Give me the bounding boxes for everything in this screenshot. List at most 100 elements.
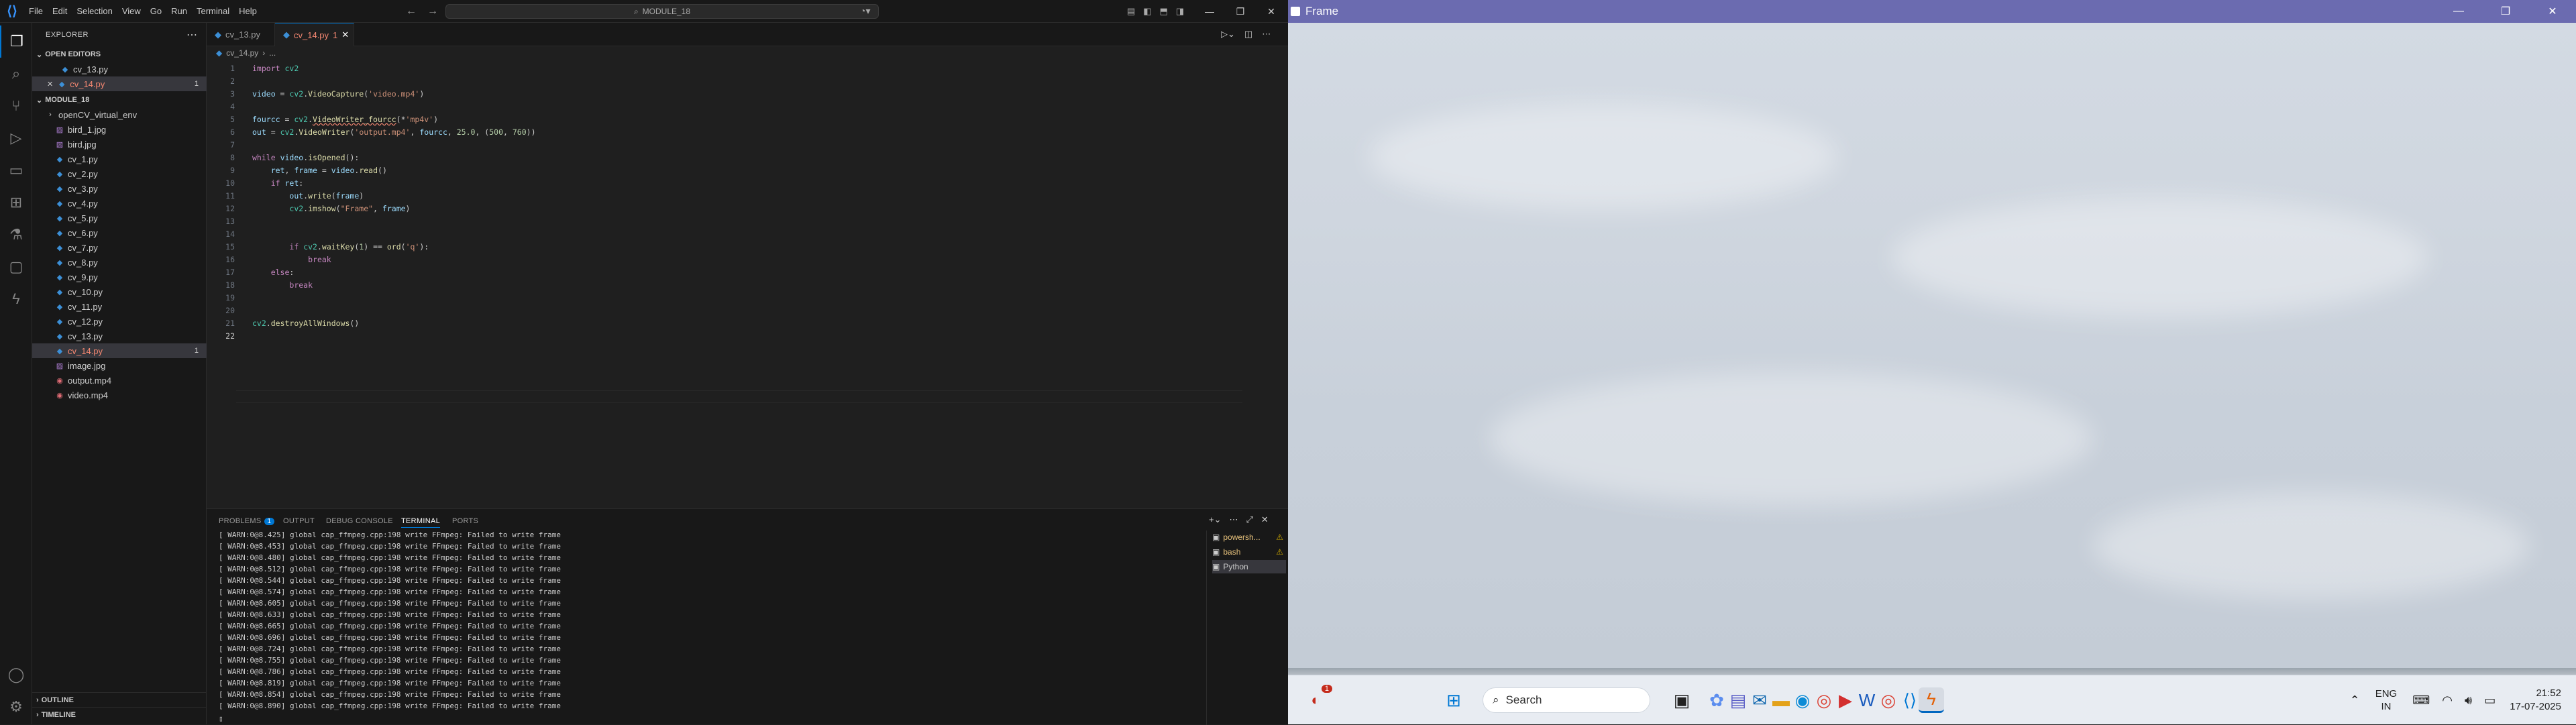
toggle-panel-icon[interactable]: ⬒: [1160, 6, 1168, 17]
close-icon[interactable]: ✕: [47, 80, 53, 89]
weather-widget-icon[interactable]: ◐ 1: [1303, 685, 1332, 713]
terminal-output[interactable]: [ WARN:0@8.425] global cap_ffmpeg.cpp:19…: [219, 531, 1198, 725]
tab-debug-console[interactable]: DEBUG CONSOLE: [326, 517, 393, 525]
run-debug-icon[interactable]: ▷: [0, 122, 32, 154]
keyboard-icon[interactable]: ⌨: [2412, 693, 2430, 708]
maximize-panel-icon[interactable]: ⤢: [1246, 514, 1252, 525]
close-icon[interactable]: ✕: [2529, 0, 2576, 23]
run-python-icon[interactable]: ▷⌄: [1221, 29, 1235, 40]
file-item[interactable]: ◆ cv_12.py: [32, 314, 207, 329]
testing-icon[interactable]: ⚗: [0, 219, 32, 251]
wifi-icon[interactable]: ◠: [2442, 693, 2453, 708]
breadcrumb-symbol[interactable]: ...: [269, 48, 276, 58]
maximize-icon[interactable]: ❐: [1225, 0, 1256, 23]
show-hidden-icons-icon[interactable]: ⌃: [2350, 693, 2360, 708]
terminal-instance-python[interactable]: ▣ Python: [1212, 560, 1286, 573]
open-editor-item[interactable]: ✕ ◆ cv_14.py 1: [32, 76, 207, 91]
taskbar-search[interactable]: ⌕ Search: [1483, 687, 1650, 713]
search-icon[interactable]: ⌕: [0, 58, 32, 90]
chat-icon[interactable]: ▢: [0, 251, 32, 283]
clock[interactable]: 21:52 17-07-2025: [2510, 687, 2561, 714]
menu-go[interactable]: Go: [146, 0, 166, 23]
more-actions-icon[interactable]: ⋯: [1262, 29, 1271, 40]
frame-title-bar[interactable]: Frame — ❐ ✕: [1288, 0, 2576, 23]
file-item[interactable]: ◆ cv_10.py: [32, 284, 207, 299]
close-panel-icon[interactable]: ✕: [1261, 514, 1269, 525]
tab-terminal[interactable]: TERMINAL: [401, 517, 441, 528]
file-item[interactable]: ◆ cv_9.py: [32, 270, 207, 284]
toggle-sidebar-icon[interactable]: ◧: [1143, 6, 1151, 17]
file-item[interactable]: ◆ cv_8.py: [32, 255, 207, 270]
file-item[interactable]: ◆ cv_4.py: [32, 196, 207, 211]
folder-header[interactable]: ⌄ MODULE_18: [32, 93, 207, 107]
file-item[interactable]: ◆ cv_11.py: [32, 299, 207, 314]
file-item[interactable]: ◆ cv_3.py: [32, 181, 207, 196]
close-tab-icon[interactable]: ✕: [341, 30, 349, 40]
back-arrow-icon[interactable]: ←: [406, 5, 417, 17]
minimize-icon[interactable]: —: [1194, 0, 1225, 23]
python-icon[interactable]: ϟ: [0, 283, 32, 315]
split-editor-icon[interactable]: ◫: [1244, 29, 1252, 40]
menu-file[interactable]: File: [24, 0, 48, 23]
file-item[interactable]: ◆ cv_14.py 1: [32, 343, 207, 358]
extensions-icon[interactable]: ⊞: [0, 186, 32, 219]
line-number: 2: [230, 76, 235, 86]
python-frame-taskbar-icon[interactable]: ϟ: [1919, 687, 1944, 713]
file-item[interactable]: ◉ video.mp4: [32, 388, 207, 402]
menu-edit[interactable]: Edit: [48, 0, 72, 23]
file-item[interactable]: ◆ cv_2.py: [32, 166, 207, 181]
copilot-icon[interactable]: ◔▾: [860, 5, 870, 17]
file-item[interactable]: ◆ cv_7.py: [32, 240, 207, 255]
file-item[interactable]: ◆ cv_5.py: [32, 211, 207, 225]
file-name: output.mp4: [68, 375, 112, 386]
open-editor-item[interactable]: ◆ cv_13.py: [32, 62, 207, 76]
maximize-icon[interactable]: ❐: [2482, 0, 2529, 23]
code-editor[interactable]: 1 2 3 4 5 6 7 8 9 10 11 12 13 14 15 16 17 18 19 20 21 22 impo…: [207, 59, 1493, 502]
settings-gear-icon[interactable]: ⚙: [0, 691, 32, 723]
source-control-icon[interactable]: ⑂: [0, 90, 32, 122]
layout-customize-icon[interactable]: ▤: [1127, 6, 1135, 17]
menu-terminal[interactable]: Terminal: [192, 0, 234, 23]
start-button-icon[interactable]: ⊞: [1441, 687, 1466, 713]
task-view-icon[interactable]: ▣: [1669, 687, 1695, 713]
menu-selection[interactable]: Selection: [72, 0, 117, 23]
terminal-instance-powershell[interactable]: ▣ powersh... ⚠: [1212, 531, 1286, 544]
tab-cv-13[interactable]: ◆ cv_13.py: [207, 23, 275, 46]
tab-cv-14[interactable]: ◆ cv_14.py 1 ✕: [275, 23, 354, 46]
menu-help[interactable]: Help: [234, 0, 262, 23]
toggle-secondary-sidebar-icon[interactable]: ◨: [1176, 6, 1184, 17]
open-editors-header[interactable]: ⌄ OPEN EDITORS: [32, 47, 207, 62]
battery-icon[interactable]: ▭: [2484, 693, 2496, 708]
menu-run[interactable]: Run: [166, 0, 192, 23]
outline-section[interactable]: › OUTLINE: [32, 692, 207, 707]
code-line: out.write(frame): [289, 191, 364, 201]
file-item[interactable]: ◆ cv_6.py: [32, 225, 207, 240]
file-item[interactable]: ◆ cv_13.py: [32, 329, 207, 343]
close-icon[interactable]: ✕: [1256, 0, 1287, 23]
more-actions-icon[interactable]: ⋯: [1229, 514, 1238, 525]
file-item[interactable]: ▨ image.jpg: [32, 358, 207, 373]
file-item[interactable]: ◉ output.mp4: [32, 373, 207, 388]
tab-ports[interactable]: PORTS: [452, 517, 478, 525]
folder-item[interactable]: › openCV_virtual_env: [32, 107, 207, 122]
tab-problems[interactable]: PROBLEMS 1: [219, 517, 275, 525]
file-item[interactable]: ▨ bird_1.jpg: [32, 122, 207, 137]
command-center[interactable]: ⌕ MODULE_18: [445, 4, 879, 19]
minimize-icon[interactable]: —: [2435, 0, 2482, 23]
forward-arrow-icon[interactable]: →: [427, 5, 438, 17]
account-icon[interactable]: ◯: [0, 659, 32, 691]
language-indicator[interactable]: ENG IN: [2375, 687, 2398, 713]
menu-view[interactable]: View: [117, 0, 146, 23]
new-terminal-icon[interactable]: +⌄: [1209, 514, 1221, 525]
file-item[interactable]: ▨ bird.jpg: [32, 137, 207, 152]
breadcrumb-file[interactable]: cv_14.py: [226, 48, 258, 58]
volume-icon[interactable]: 🔊︎: [2465, 693, 2472, 708]
timeline-section[interactable]: › TIMELINE: [32, 707, 207, 722]
explorer-icon[interactable]: ❐: [0, 25, 32, 58]
chevron-right-icon: ›: [262, 48, 266, 58]
terminal-instance-bash[interactable]: ▣ bash ⚠: [1212, 545, 1286, 559]
file-item[interactable]: ◆ cv_1.py: [32, 152, 207, 166]
tab-output[interactable]: OUTPUT: [283, 517, 315, 525]
more-actions-icon[interactable]: ⋯: [186, 28, 197, 42]
remote-explorer-icon[interactable]: ▭: [0, 154, 32, 186]
